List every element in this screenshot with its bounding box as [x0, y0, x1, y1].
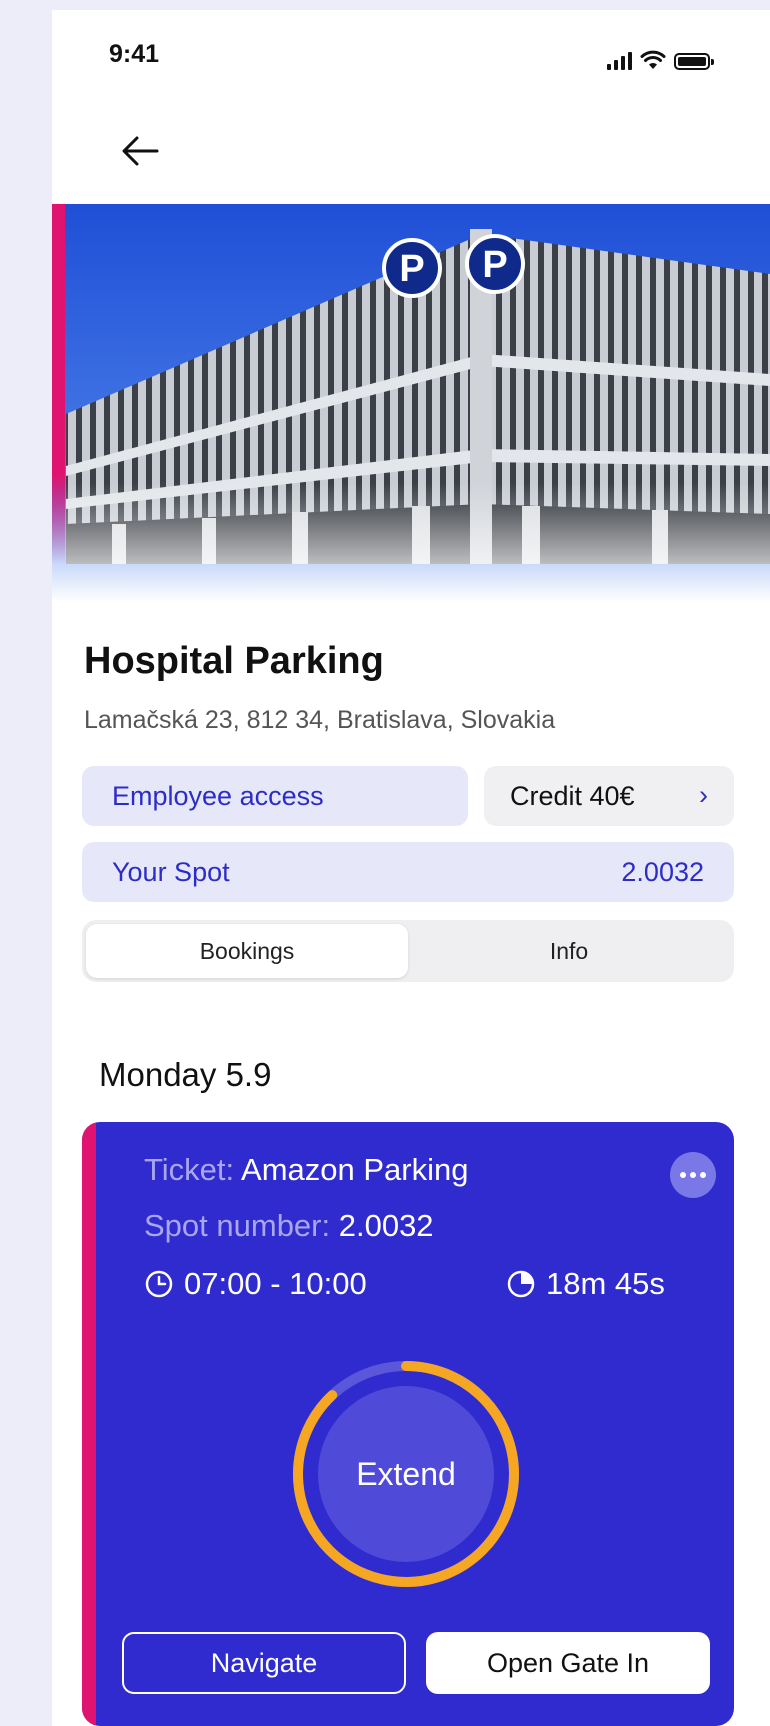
more-dots-icon: [680, 1172, 686, 1178]
hero-accent-bar: [52, 204, 65, 564]
booking-card-accent: [82, 1122, 96, 1726]
employee-access-badge: Employee access: [82, 766, 468, 826]
credit-label: Credit 40€: [510, 780, 635, 811]
status-bar: 9:41: [52, 10, 770, 100]
tab-switcher: Bookings Info: [82, 920, 734, 982]
tab-info[interactable]: Info: [408, 924, 730, 978]
parking-garage-image: P P: [52, 204, 770, 602]
clock-icon: [145, 1270, 173, 1298]
tab-bookings[interactable]: Bookings: [86, 924, 408, 978]
back-button[interactable]: [117, 128, 163, 174]
spot-number-row: Spot number: 2.0032: [144, 1208, 434, 1244]
spot-number-label: Spot number:: [144, 1208, 331, 1243]
extend-button[interactable]: Extend: [290, 1358, 522, 1590]
signal-icon: [607, 52, 632, 70]
arrow-left-icon: [122, 136, 159, 166]
ticket-label: Ticket:: [144, 1152, 235, 1187]
ticket-row: Ticket: Amazon Parking: [144, 1152, 469, 1188]
spot-number-value: 2.0032: [338, 1208, 434, 1243]
phone-screen: 9:41 Hospital Parking Lamačská 23, 812 3…: [52, 10, 770, 1726]
time-range-value: 07:00 - 10:00: [184, 1266, 367, 1301]
remaining-row: 18m 45s: [506, 1266, 665, 1302]
more-options-button[interactable]: [670, 1152, 716, 1198]
parking-title: Hospital Parking: [84, 640, 384, 682]
remaining-value: 18m 45s: [546, 1266, 665, 1301]
credit-button[interactable]: Credit 40€ ›: [484, 766, 734, 826]
employee-access-label: Employee access: [112, 780, 324, 811]
ticket-value: Amazon Parking: [241, 1152, 469, 1187]
wifi-icon: [640, 50, 666, 69]
booking-card: Ticket: Amazon Parking Spot number: 2.00…: [82, 1122, 734, 1726]
parking-photo: P P: [52, 204, 770, 602]
extend-label: Extend: [356, 1455, 456, 1492]
status-icons: [607, 44, 714, 70]
open-gate-button[interactable]: Open Gate In: [426, 1632, 710, 1694]
status-time: 9:41: [109, 40, 160, 68]
your-spot-row: Your Spot 2.0032: [82, 842, 734, 902]
parking-address: Lamačská 23, 812 34, Bratislava, Slovaki…: [84, 706, 556, 734]
pie-timer-icon: [507, 1270, 535, 1298]
your-spot-value: 2.0032: [621, 856, 704, 887]
chevron-right-icon: ›: [699, 780, 708, 810]
navigate-button[interactable]: Navigate: [122, 1632, 406, 1694]
your-spot-label: Your Spot: [112, 856, 230, 887]
battery-icon: [674, 53, 714, 70]
time-range-row: 07:00 - 10:00: [144, 1266, 367, 1302]
day-heading: Monday 5.9: [99, 1056, 272, 1093]
